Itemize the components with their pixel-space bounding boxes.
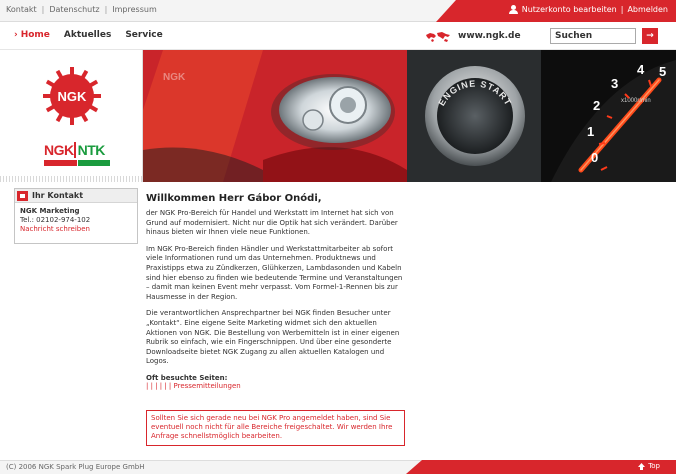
copyright-text: (C) 2006 NGK Spark Plug Europe GmbH bbox=[6, 463, 145, 471]
separator: | bbox=[620, 5, 624, 14]
hero-car-image: NGK bbox=[143, 50, 407, 182]
contact-name: NGK Marketing bbox=[20, 207, 80, 215]
hero-tachometer-image: 0 1 2 3 4 5 x1000r/min bbox=[541, 50, 676, 182]
contact-body: NGK Marketing Tel.: 02102-974-102 Nachri… bbox=[15, 203, 137, 238]
contact-box: Ihr Kontakt NGK Marketing Tel.: 02102-97… bbox=[14, 188, 138, 244]
top-utility-bar: Kontakt | Datenschutz | Impressum Nutzer… bbox=[0, 0, 676, 22]
contact-title: Ihr Kontakt bbox=[32, 191, 84, 200]
nav-menu: Home Aktuelles Service bbox=[14, 30, 163, 40]
hero-engine-start-image: ENGINE START bbox=[407, 50, 541, 182]
svg-text:NGK: NGK bbox=[58, 89, 88, 104]
nav-item-aktuelles[interactable]: Aktuelles bbox=[64, 30, 111, 40]
svg-text:2: 2 bbox=[593, 98, 600, 113]
contact-icon bbox=[17, 190, 28, 201]
contact-phone: Tel.: 02102-974-102 bbox=[20, 216, 91, 224]
brand-ntk-text: NTK bbox=[73, 142, 105, 158]
top-label: Top bbox=[648, 462, 660, 470]
user-icon bbox=[508, 5, 518, 14]
svg-text:0: 0 bbox=[591, 150, 598, 165]
svg-text:4: 4 bbox=[637, 62, 645, 77]
intro-paragraph: der NGK Pro-Bereich für Handel und Werks… bbox=[146, 209, 398, 237]
contact-header: Ihr Kontakt bbox=[15, 189, 137, 203]
contact-paragraph: Die verantwortlichen Ansprechpartner bei… bbox=[146, 309, 400, 366]
search-button[interactable]: → bbox=[642, 28, 658, 44]
frequent-pages-label: Oft besuchte Seiten: bbox=[146, 373, 228, 382]
search-input[interactable] bbox=[550, 28, 636, 44]
frequent-pages-links[interactable]: | | | | | | Pressemitteilungen bbox=[146, 382, 404, 391]
link-logout[interactable]: Abmelden bbox=[627, 5, 668, 14]
brand-ngk-text: NGK bbox=[44, 142, 74, 158]
svg-text:3: 3 bbox=[611, 76, 618, 91]
footer: (C) 2006 NGK Spark Plug Europe GmbH Top bbox=[0, 460, 676, 474]
footer-red-section bbox=[406, 460, 676, 474]
decorative-dot-line bbox=[0, 176, 143, 182]
svg-text:NGK: NGK bbox=[163, 72, 186, 83]
svg-text:1: 1 bbox=[587, 124, 594, 139]
link-kontakt[interactable]: Kontakt bbox=[6, 5, 37, 14]
logo-panel: NGK NGK NTK bbox=[0, 50, 143, 182]
back-to-top-link[interactable]: Top bbox=[638, 462, 660, 470]
website-link[interactable]: www.ngk.de bbox=[458, 31, 521, 41]
ngk-logo[interactable]: NGK bbox=[42, 66, 102, 126]
main-navigation: Home Aktuelles Service www.ngk.de → bbox=[0, 22, 676, 50]
separator: | bbox=[104, 5, 108, 14]
info-paragraph: Im NGK Pro-Bereich finden Händler und We… bbox=[146, 244, 403, 301]
contact-message-link[interactable]: Nachricht schreiben bbox=[20, 225, 132, 234]
main-content: Willkommen Herr Gábor Onódi, der NGK Pro… bbox=[146, 193, 404, 391]
svg-text:x1000r/min: x1000r/min bbox=[621, 98, 651, 104]
svg-text:5: 5 bbox=[659, 64, 666, 79]
link-datenschutz[interactable]: Datenschutz bbox=[49, 5, 99, 14]
utility-links: Kontakt | Datenschutz | Impressum bbox=[6, 5, 157, 14]
nav-item-service[interactable]: Service bbox=[125, 30, 162, 40]
notice-box: Sollten Sie sich gerade neu bei NGK Pro … bbox=[146, 410, 405, 446]
brand-logo: NGK NTK bbox=[44, 142, 105, 158]
arrow-up-icon bbox=[638, 462, 646, 470]
world-map-icon bbox=[426, 32, 450, 42]
separator: | bbox=[41, 5, 45, 14]
page-title: Willkommen Herr Gábor Onódi, bbox=[146, 193, 322, 204]
link-edit-account[interactable]: Nutzerkonto bearbeiten bbox=[522, 5, 617, 14]
nav-item-home[interactable]: Home bbox=[14, 30, 50, 40]
link-impressum[interactable]: Impressum bbox=[112, 5, 156, 14]
user-links: Nutzerkonto bearbeiten | Abmelden bbox=[508, 5, 668, 14]
brand-subline bbox=[44, 160, 110, 166]
